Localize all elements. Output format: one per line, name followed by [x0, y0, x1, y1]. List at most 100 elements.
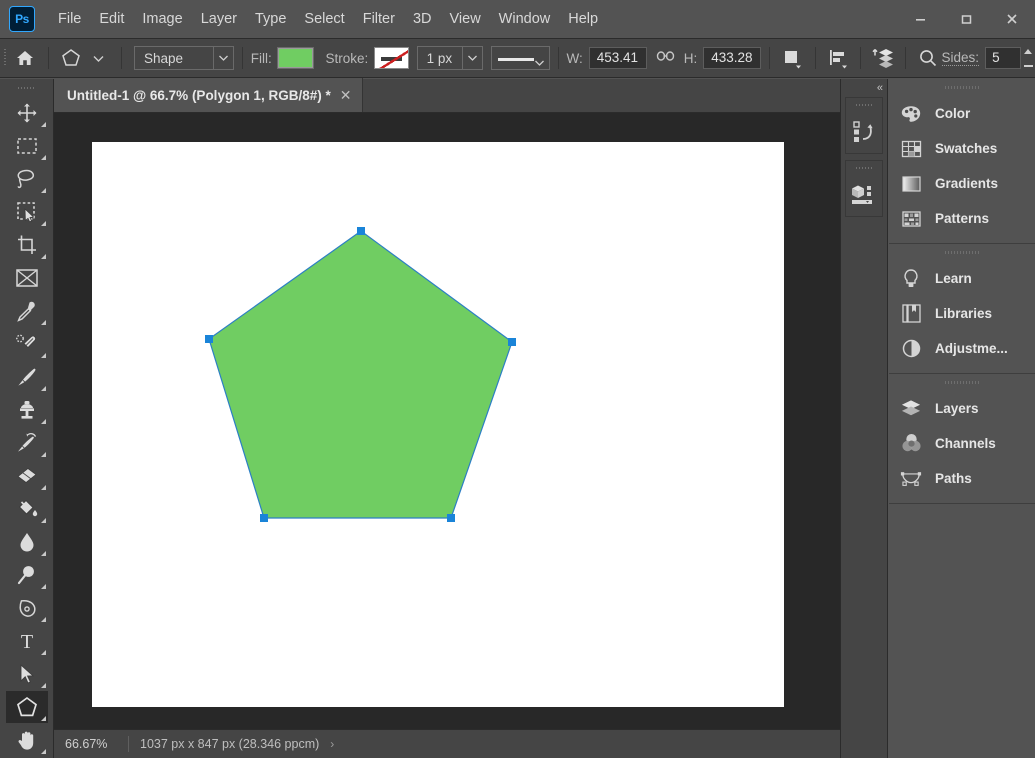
- tool-history-brush[interactable]: [6, 427, 48, 459]
- document-tab-strip: Untitled-1 @ 66.7% (Polygon 1, RGB/8#) *…: [54, 79, 840, 113]
- path-arrangement-icon: [871, 46, 895, 70]
- stroke-width-select[interactable]: 1 px: [417, 46, 484, 70]
- tool-spot-healing-brush[interactable]: [6, 328, 48, 360]
- path-operations-button[interactable]: [778, 44, 806, 72]
- tool-polygon-shape[interactable]: [6, 691, 48, 723]
- menu-layer[interactable]: Layer: [192, 6, 246, 32]
- document-tab-close-icon[interactable]: ✕: [340, 88, 352, 102]
- panel-button-3d[interactable]: [846, 174, 882, 216]
- panel-swatches[interactable]: Swatches: [889, 131, 1035, 166]
- sides-stepper[interactable]: [1021, 47, 1035, 69]
- panel-paths[interactable]: Paths: [889, 461, 1035, 496]
- tool-pen[interactable]: [6, 592, 48, 624]
- tool-move[interactable]: [6, 97, 48, 129]
- panel-learn[interactable]: Learn: [889, 261, 1035, 296]
- tools-panel-grip[interactable]: [0, 79, 53, 97]
- path-arrangement-button[interactable]: [869, 44, 897, 72]
- panel-button-history[interactable]: [846, 111, 882, 153]
- anchor-point[interactable]: [447, 514, 455, 522]
- tool-object-selection[interactable]: [6, 196, 48, 228]
- panel-gradients[interactable]: Gradients: [889, 166, 1035, 201]
- tool-preset-dropdown[interactable]: [85, 44, 113, 72]
- panel-patterns[interactable]: Patterns: [889, 201, 1035, 236]
- menu-window[interactable]: Window: [490, 6, 560, 32]
- tool-hand[interactable]: [6, 724, 48, 756]
- tool-rectangular-marquee[interactable]: [6, 130, 48, 162]
- tool-crop[interactable]: [6, 229, 48, 261]
- sides-input[interactable]: 5: [985, 47, 1021, 69]
- geometry-options-button[interactable]: [914, 44, 941, 72]
- panel-libraries[interactable]: Libraries: [889, 296, 1035, 331]
- link-chain-icon[interactable]: [656, 49, 675, 67]
- book-icon: [900, 303, 922, 325]
- panel-layers[interactable]: Layers: [889, 391, 1035, 426]
- menu-filter[interactable]: Filter: [354, 6, 404, 32]
- menu-file[interactable]: File: [49, 6, 90, 32]
- panel-color[interactable]: Color: [889, 96, 1035, 131]
- width-input[interactable]: 453.41: [589, 47, 647, 69]
- document-tab[interactable]: Untitled-1 @ 66.7% (Polygon 1, RGB/8#) *…: [54, 78, 363, 112]
- status-expand-icon[interactable]: ›: [330, 737, 334, 751]
- maximize-button[interactable]: [943, 0, 989, 38]
- tool-eraser[interactable]: [6, 460, 48, 492]
- minimize-button[interactable]: [897, 0, 943, 38]
- pen-icon: [16, 597, 38, 619]
- panel-grip[interactable]: [846, 161, 882, 174]
- tool-blur[interactable]: [6, 526, 48, 558]
- panel-channels[interactable]: Channels: [889, 426, 1035, 461]
- polygon-shape-layer[interactable]: [92, 142, 784, 707]
- tool-dodge[interactable]: [6, 559, 48, 591]
- stroke-line-style-select[interactable]: [491, 46, 550, 70]
- height-input[interactable]: 433.28: [703, 47, 761, 69]
- anchor-point[interactable]: [205, 335, 213, 343]
- tool-clone-stamp[interactable]: [6, 394, 48, 426]
- path-alignment-button[interactable]: [823, 44, 851, 72]
- shape-mode-select[interactable]: Shape: [134, 46, 234, 70]
- tool-brush[interactable]: [6, 361, 48, 393]
- flyout-triangle-icon: [41, 188, 46, 193]
- panel-group-grip[interactable]: [889, 244, 1035, 261]
- polygon-icon: [15, 695, 39, 719]
- home-button[interactable]: [9, 43, 40, 73]
- tool-lasso[interactable]: [6, 163, 48, 195]
- panel-grip[interactable]: [846, 98, 882, 111]
- close-button[interactable]: [989, 0, 1035, 38]
- active-tool-preset-icon[interactable]: [57, 45, 84, 71]
- menu-edit[interactable]: Edit: [90, 6, 133, 32]
- options-bar-grip[interactable]: [0, 38, 9, 78]
- menu-select[interactable]: Select: [295, 6, 353, 32]
- menu-3d[interactable]: 3D: [404, 6, 441, 32]
- dock-collapse-button[interactable]: «: [841, 79, 887, 97]
- menu-type[interactable]: Type: [246, 6, 295, 32]
- fill-color-swatch[interactable]: [278, 48, 313, 68]
- separator: [242, 47, 243, 69]
- tool-type[interactable]: T: [6, 625, 48, 657]
- panel-group-grip[interactable]: [889, 79, 1035, 96]
- flyout-triangle-icon: [41, 485, 46, 490]
- anchor-point[interactable]: [260, 514, 268, 522]
- path-arrow-icon: [17, 663, 37, 685]
- separator: [860, 47, 861, 69]
- panel-adjustments[interactable]: Adjustme...: [889, 331, 1035, 366]
- panel-label: Gradients: [935, 176, 998, 191]
- menu-help[interactable]: Help: [559, 6, 607, 32]
- tool-gradient[interactable]: [6, 493, 48, 525]
- tool-eyedropper[interactable]: [6, 295, 48, 327]
- color-palette-icon: [900, 103, 922, 125]
- options-bar: Shape Fill: Stroke: 1 px: [0, 38, 1035, 78]
- menu-image[interactable]: Image: [133, 6, 191, 32]
- polygon-fill[interactable]: [209, 231, 512, 518]
- document-canvas[interactable]: [92, 142, 784, 707]
- zoom-level[interactable]: 66.67%: [54, 737, 128, 751]
- anchor-point[interactable]: [508, 338, 516, 346]
- anchor-point[interactable]: [357, 227, 365, 235]
- canvas-work-area[interactable]: [54, 113, 840, 729]
- tool-frame[interactable]: [6, 262, 48, 294]
- dodge-icon: [16, 564, 38, 586]
- patterns-icon: [900, 208, 922, 230]
- panel-label: Layers: [935, 401, 979, 416]
- tool-path-selection[interactable]: [6, 658, 48, 690]
- panel-group-grip[interactable]: [889, 374, 1035, 391]
- stroke-color-swatch[interactable]: [374, 47, 409, 69]
- menu-view[interactable]: View: [441, 6, 490, 32]
